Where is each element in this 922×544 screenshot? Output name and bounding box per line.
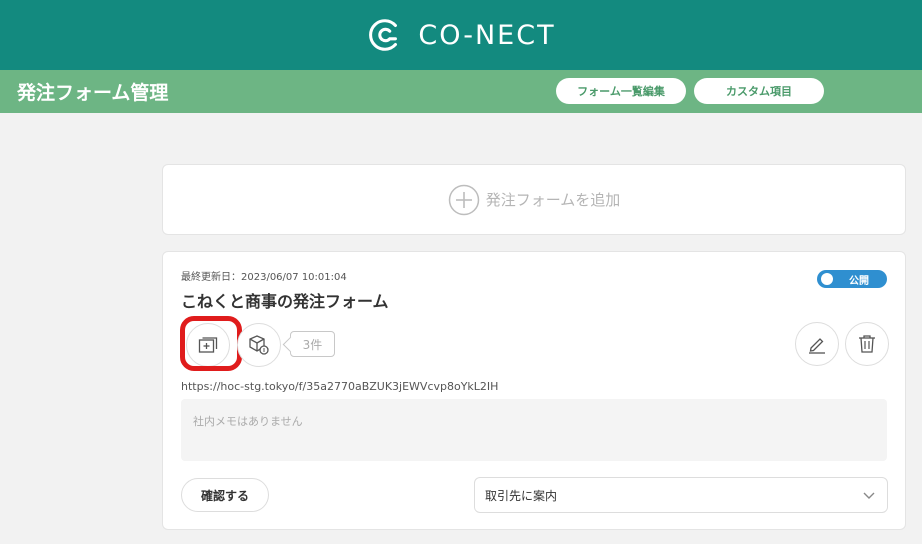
toggle-knob bbox=[821, 273, 833, 285]
sub-header: 発注フォーム管理 フォーム一覧編集 カスタム項目 bbox=[0, 70, 922, 113]
action-select-value: 取引先に案内 bbox=[485, 488, 558, 503]
add-window-button[interactable] bbox=[186, 323, 230, 367]
edit-button[interactable] bbox=[795, 322, 839, 366]
box-icon bbox=[249, 335, 269, 355]
page-title: 発注フォーム管理 bbox=[17, 82, 169, 104]
action-select[interactable]: 取引先に案内 bbox=[474, 477, 888, 513]
logo-text: CO-NECT bbox=[418, 19, 556, 51]
add-form-button[interactable]: 発注フォームを追加 bbox=[162, 164, 906, 235]
internal-memo[interactable]: 社内メモはありません bbox=[181, 399, 887, 461]
add-form-label: 発注フォームを追加 bbox=[485, 191, 621, 209]
publish-toggle-label: 公開 bbox=[849, 275, 869, 287]
trash-icon bbox=[859, 335, 875, 353]
form-list-edit-button[interactable]: フォーム一覧編集 bbox=[556, 78, 686, 104]
chevron-down-icon bbox=[863, 492, 875, 499]
plus-circle-icon bbox=[448, 184, 479, 215]
form-title: こねくと商事の発注フォーム bbox=[181, 292, 389, 311]
top-header: CO-NECT bbox=[0, 0, 922, 70]
order-form-card: 最終更新日：2023/06/07 10:01:04 こねくと商事の発注フォーム … bbox=[162, 251, 906, 530]
product-count-badge: 3件 bbox=[290, 331, 335, 357]
publish-toggle[interactable]: 公開 bbox=[817, 270, 887, 288]
logo[interactable]: CO-NECT bbox=[366, 16, 555, 54]
custom-fields-button[interactable]: カスタム項目 bbox=[694, 78, 824, 104]
pencil-icon bbox=[809, 338, 825, 354]
delete-button[interactable] bbox=[845, 322, 889, 366]
conect-logo-icon bbox=[369, 19, 398, 51]
add-window-icon bbox=[198, 337, 218, 353]
confirm-button[interactable]: 確認する bbox=[181, 478, 269, 512]
last-updated: 最終更新日：2023/06/07 10:01:04 bbox=[181, 272, 347, 283]
product-box-button[interactable] bbox=[237, 323, 281, 367]
form-url[interactable]: https://hoc-stg.tokyo/f/35a2770aBZUK3jEW… bbox=[181, 380, 498, 393]
